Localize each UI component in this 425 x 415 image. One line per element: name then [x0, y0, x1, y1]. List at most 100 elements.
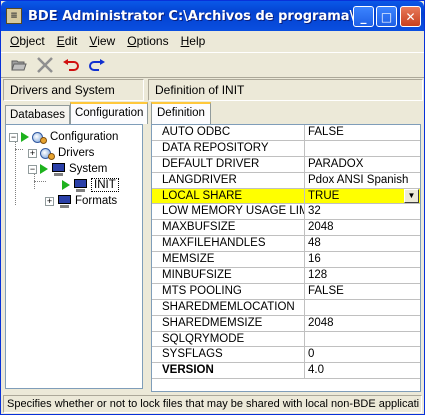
tree-label-configuration: Configuration [50, 131, 119, 143]
tree-item-configuration[interactable]: − Configuration [9, 129, 118, 145]
dropdown-arrow-icon[interactable]: ▼ [404, 188, 419, 203]
param-name: SYSFLAGS [152, 347, 305, 363]
param-name: MINBUFSIZE [152, 268, 305, 283]
grid-row-default-driver[interactable]: DEFAULT DRIVER PARADOX [152, 156, 420, 173]
tree-item-formats[interactable]: + Formats [45, 193, 117, 209]
database-config-icon [32, 131, 47, 144]
grid-row-maxfilehandles[interactable]: MAXFILEHANDLES 48 [152, 236, 420, 253]
bde-app-icon: ≡ [6, 8, 22, 24]
param-name: SQLQRYMODE [152, 331, 305, 347]
undo-icon[interactable] [59, 54, 83, 76]
computer-icon [57, 194, 72, 208]
menu-edit[interactable]: Edit [51, 34, 84, 48]
grid-row-langdriver[interactable]: LANGDRIVER Pdox ANSI Spanish [152, 172, 420, 189]
tree-item-system[interactable]: − System [28, 161, 107, 177]
grid-row-local-share[interactable]: LOCAL SHARE TRUE ▼ [152, 188, 420, 205]
param-name: VERSION [152, 363, 305, 379]
computer-icon [51, 162, 66, 176]
status-bar: Specifies whether or not to lock files t… [3, 395, 422, 413]
right-panel: Definition AUTO ODBC FALSE DATA REPOSITOR… [148, 102, 423, 392]
folder-open-icon[interactable] [7, 54, 31, 76]
tree-item-init[interactable]: INIT [62, 177, 119, 193]
redo-icon[interactable] [85, 54, 109, 76]
param-name: MTS POOLING [152, 283, 305, 299]
active-arrow-icon [21, 132, 29, 142]
grid-row-sharedmemlocation[interactable]: SHAREDMEMLOCATION [152, 299, 420, 316]
param-value[interactable]: 0 [305, 347, 420, 362]
param-name: LANGDRIVER [152, 172, 305, 188]
param-name: LOCAL SHARE [152, 188, 305, 204]
active-arrow-icon [40, 164, 48, 174]
grid-row-auto-odbc[interactable]: AUTO ODBC FALSE [152, 125, 420, 141]
param-name: MEMSIZE [152, 252, 305, 268]
left-panel: Databases Configuration − Configuration … [3, 102, 149, 392]
param-value[interactable]: 48 [305, 236, 420, 251]
param-value[interactable]: PARADOX [305, 157, 420, 172]
grid-row-sysflags[interactable]: SYSFLAGS 0 [152, 347, 420, 364]
left-tabs: Databases Configuration [3, 102, 149, 124]
param-value: TRUE [308, 189, 340, 202]
menu-object[interactable]: Object [4, 34, 51, 48]
param-name: MAXFILEHANDLES [152, 236, 305, 252]
menu-help[interactable]: Help [175, 34, 212, 48]
grid-row-sqlqrymode[interactable]: SQLQRYMODE [152, 331, 420, 348]
param-name: SHAREDMEMSIZE [152, 315, 305, 331]
grid-row-minbufsize[interactable]: MINBUFSIZE 128 [152, 268, 420, 284]
tree-label-drivers: Drivers [58, 147, 95, 159]
active-arrow-icon [62, 180, 70, 190]
expand-icon[interactable]: + [28, 148, 37, 158]
grid-row-low-memory-usage-limit[interactable]: LOW MEMORY USAGE LIMIT 32 [152, 204, 420, 221]
param-value[interactable]: Pdox ANSI Spanish [305, 173, 420, 188]
tab-definition[interactable]: Definition [151, 102, 211, 124]
param-value[interactable]: 128 [305, 268, 420, 283]
tree-label-init: INIT [91, 178, 119, 192]
grid-row-memsize[interactable]: MEMSIZE 16 [152, 252, 420, 269]
param-value[interactable] [305, 332, 420, 347]
maximize-button[interactable]: □ [376, 6, 397, 27]
param-value[interactable]: 32 [305, 204, 420, 219]
menu-view[interactable]: View [83, 34, 121, 48]
menu-options[interactable]: Options [121, 34, 174, 48]
param-value[interactable] [305, 300, 420, 315]
param-value[interactable]: 4.0 [305, 363, 420, 378]
param-name: AUTO ODBC [152, 125, 305, 140]
param-name: SHAREDMEMLOCATION [152, 299, 305, 315]
tab-databases[interactable]: Databases [5, 105, 70, 124]
window-title: BDE Administrator C:\Archivos de program… [28, 8, 368, 24]
collapse-icon[interactable]: − [9, 132, 18, 142]
param-value-select[interactable]: TRUE ▼ [305, 188, 420, 204]
menu-bar: Object Edit View Options Help [1, 31, 424, 51]
tree-label-system: System [69, 163, 108, 175]
grid-row-mts-pooling[interactable]: MTS POOLING FALSE [152, 283, 420, 300]
delete-x-icon[interactable] [33, 54, 57, 76]
bde-administrator-window: ≡ BDE Administrator C:\Archivos de progr… [0, 0, 425, 415]
param-name: DEFAULT DRIVER [152, 156, 305, 172]
expand-icon[interactable]: + [45, 196, 54, 206]
grid-row-version[interactable]: VERSION 4.0 [152, 363, 420, 380]
collapse-icon[interactable]: − [28, 164, 37, 174]
definition-grid: AUTO ODBC FALSE DATA REPOSITORY DEFAULT D… [151, 124, 421, 392]
drivers-and-system-header: Drivers and System [3, 79, 144, 101]
tree-item-drivers[interactable]: + Drivers [28, 145, 94, 161]
definition-header: Definition of INIT [148, 79, 423, 101]
param-name: MAXBUFSIZE [152, 220, 305, 236]
param-name: LOW MEMORY USAGE LIMIT [152, 204, 305, 220]
grid-row-data-repository[interactable]: DATA REPOSITORY [152, 140, 420, 157]
toolbar [1, 52, 424, 78]
configuration-tree: − Configuration + Drivers − System INIT [5, 124, 143, 389]
title-bar[interactable]: ≡ BDE Administrator C:\Archivos de progr… [1, 1, 424, 31]
param-value[interactable]: 2048 [305, 316, 420, 331]
grid-row-sharedmemsize[interactable]: SHAREDMEMSIZE 2048 [152, 315, 420, 332]
param-value[interactable]: 16 [305, 252, 420, 267]
tree-label-formats: Formats [75, 195, 118, 207]
close-button[interactable]: ✕ [400, 6, 421, 27]
minimize-button[interactable]: _ [353, 6, 374, 27]
grid-row-maxbufsize[interactable]: MAXBUFSIZE 2048 [152, 220, 420, 237]
tab-configuration[interactable]: Configuration [69, 102, 149, 124]
param-value[interactable]: FALSE [305, 125, 420, 140]
param-value[interactable]: 2048 [305, 220, 420, 235]
computer-icon [73, 178, 88, 192]
param-value[interactable]: FALSE [305, 284, 420, 299]
database-config-icon [40, 147, 55, 160]
param-value[interactable] [305, 141, 420, 156]
